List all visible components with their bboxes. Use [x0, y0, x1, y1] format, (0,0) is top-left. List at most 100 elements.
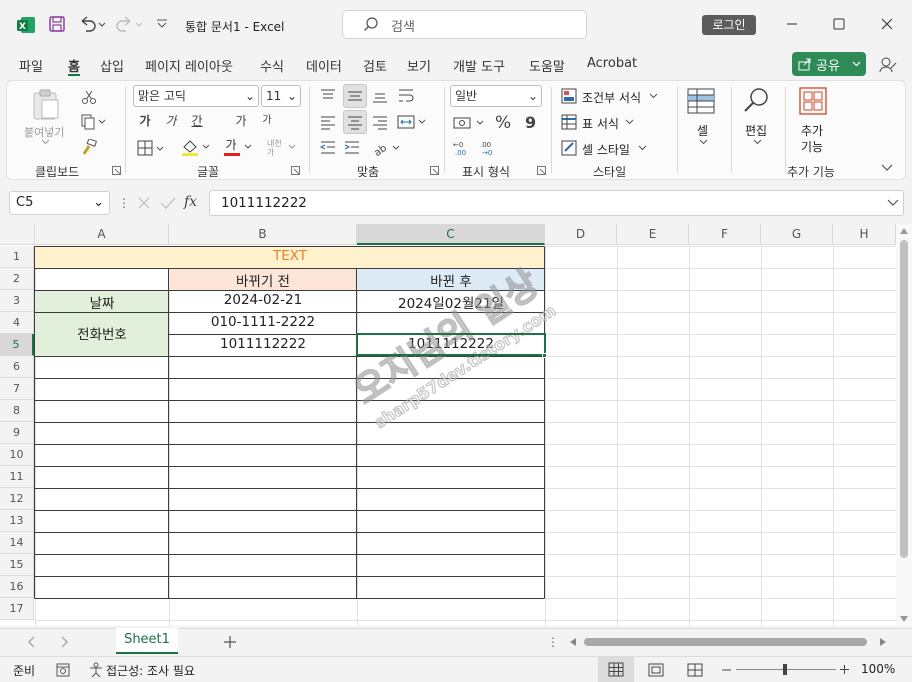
macro-record-icon[interactable] — [56, 663, 70, 677]
formula-input[interactable]: 1011112222 — [221, 195, 307, 211]
orientation-icon[interactable]: ab — [371, 139, 403, 157]
find-icon[interactable] — [741, 85, 771, 115]
dialog-launcher-icon[interactable] — [430, 166, 439, 175]
align-left-icon[interactable] — [319, 113, 337, 131]
tab-review[interactable]: 검토 — [363, 56, 387, 76]
add-sheet-icon[interactable] — [224, 636, 236, 648]
italic-button[interactable]: 가 — [161, 111, 181, 131]
scroll-left-icon[interactable] — [570, 638, 576, 646]
wrap-text-icon[interactable] — [397, 87, 415, 105]
increase-indent-icon[interactable] — [343, 139, 361, 157]
align-middle-icon[interactable] — [343, 84, 367, 108]
align-right-icon[interactable] — [371, 113, 389, 131]
cell-label-phone[interactable]: 전화번호 — [35, 323, 169, 343]
cell-styles-label[interactable]: 셀 스타일 — [582, 141, 630, 158]
format-table-label[interactable]: 표 서식 — [582, 115, 619, 132]
zoom-out-icon[interactable] — [722, 669, 731, 671]
share-button[interactable]: 공유 — [792, 52, 866, 76]
fill-color-icon[interactable] — [181, 137, 213, 157]
tab-home[interactable]: 홈 — [68, 56, 80, 76]
dialog-launcher-icon[interactable] — [291, 166, 300, 175]
align-top-icon[interactable] — [319, 87, 337, 105]
customize-qat-icon[interactable] — [156, 18, 168, 30]
horizontal-scroll-thumb[interactable] — [584, 638, 867, 646]
zoom-slider[interactable] — [736, 664, 836, 675]
login-button[interactable]: 로그인 — [702, 15, 756, 35]
font-size-select[interactable]: 11 ⌄ — [261, 85, 301, 107]
align-bottom-icon[interactable] — [371, 87, 389, 105]
decrease-font-button[interactable]: 가 — [257, 111, 277, 131]
page-break-view-icon[interactable] — [687, 663, 703, 677]
close-icon[interactable] — [881, 18, 893, 30]
tab-developer[interactable]: 개발 도구 — [453, 56, 505, 76]
format-painter-icon[interactable] — [81, 139, 97, 155]
worksheet-grid[interactable]: A B C D E F G H 1 2 3 4 5 6 7 8 9 10 11 12 13 14 15 16 1… — [0, 224, 912, 626]
chevron-down-icon[interactable] — [625, 119, 634, 125]
chevron-down-icon[interactable] — [699, 139, 708, 145]
tab-acrobat[interactable]: Acrobat — [587, 56, 637, 76]
sheetbar-more-icon[interactable]: ⋮ — [547, 635, 559, 649]
number-format-select[interactable]: 일반 ⌄ — [450, 85, 542, 107]
scroll-down-icon[interactable] — [900, 616, 908, 622]
paste-icon[interactable] — [29, 87, 63, 121]
comma-button[interactable]: 9 — [525, 113, 536, 132]
vertical-scroll-thumb[interactable] — [900, 240, 908, 558]
name-box[interactable]: C5 ⌄ — [9, 191, 110, 215]
chevron-down-icon[interactable] — [753, 139, 762, 145]
zoom-slider-thumb[interactable] — [783, 664, 787, 675]
maximize-icon[interactable] — [833, 18, 845, 30]
paste-label[interactable]: 붙여넣기 — [24, 124, 64, 140]
normal-view-icon[interactable] — [598, 657, 634, 682]
cell-label-date[interactable]: 날짜 — [35, 292, 169, 312]
cut-icon[interactable] — [81, 89, 97, 105]
more-icon[interactable]: ⋮ — [118, 196, 130, 210]
decrease-indent-icon[interactable] — [319, 139, 337, 157]
font-color-icon[interactable]: 가 — [223, 137, 255, 157]
cancel-icon[interactable] — [137, 196, 151, 210]
accessibility-icon[interactable] — [88, 662, 104, 678]
editing-label[interactable]: 편집 — [745, 122, 767, 139]
next-sheet-icon[interactable] — [60, 636, 68, 648]
border-icon[interactable] — [137, 139, 167, 157]
addins-label-2[interactable]: 기능 — [801, 138, 823, 155]
tab-insert[interactable]: 삽입 — [100, 56, 124, 76]
chevron-down-icon[interactable] — [638, 145, 647, 151]
search-box[interactable]: 검색 — [342, 10, 587, 39]
cell-phone1[interactable]: 010-1111-2222 — [169, 314, 357, 330]
align-center-icon[interactable] — [343, 110, 367, 134]
vertical-scrollbar[interactable] — [896, 224, 912, 626]
collapse-ribbon-icon[interactable] — [881, 163, 893, 173]
prev-sheet-icon[interactable] — [28, 636, 36, 648]
expand-formula-icon[interactable] — [887, 199, 899, 207]
minimize-icon[interactable] — [786, 18, 798, 30]
font-name-select[interactable]: 맑은 고딕 ⌄ — [133, 85, 259, 107]
merge-center-icon[interactable] — [397, 113, 429, 131]
tab-page-layout[interactable]: 페이지 레이아웃 — [145, 56, 233, 76]
cells-label[interactable]: 셀 — [697, 122, 708, 139]
dialog-launcher-icon[interactable] — [537, 166, 546, 175]
chevron-down-icon[interactable] — [649, 93, 658, 99]
redo-icon[interactable] — [114, 14, 144, 34]
chevron-down-icon[interactable] — [41, 139, 50, 145]
save-icon[interactable] — [48, 15, 66, 33]
addins-label-1[interactable]: 추가 — [801, 122, 823, 139]
tab-data[interactable]: 데이터 — [306, 56, 342, 76]
tab-help[interactable]: 도움말 — [529, 56, 565, 76]
page-layout-view-icon[interactable] — [648, 663, 664, 677]
tab-view[interactable]: 보기 — [407, 56, 431, 76]
tab-formulas[interactable]: 수식 — [260, 56, 284, 76]
cell-styles-icon[interactable] — [561, 139, 579, 157]
conditional-format-label[interactable]: 조건부 서식 — [582, 89, 641, 106]
fill-handle[interactable] — [542, 353, 547, 358]
decrease-decimal-icon[interactable]: .00 →0 — [480, 139, 500, 157]
comments-icon[interactable] — [878, 55, 898, 75]
zoom-level[interactable]: 100% — [861, 662, 895, 676]
bold-button[interactable]: 가 — [135, 111, 155, 131]
conditional-format-icon[interactable] — [561, 87, 579, 105]
formula-bar[interactable]: 1011112222 — [209, 190, 904, 216]
cells-icon[interactable] — [687, 87, 715, 115]
phonetic-icon[interactable]: 내천 가 — [265, 137, 299, 157]
enter-icon[interactable] — [160, 196, 176, 210]
tab-file[interactable]: 파일 — [19, 56, 43, 76]
addins-icon[interactable] — [799, 87, 827, 115]
